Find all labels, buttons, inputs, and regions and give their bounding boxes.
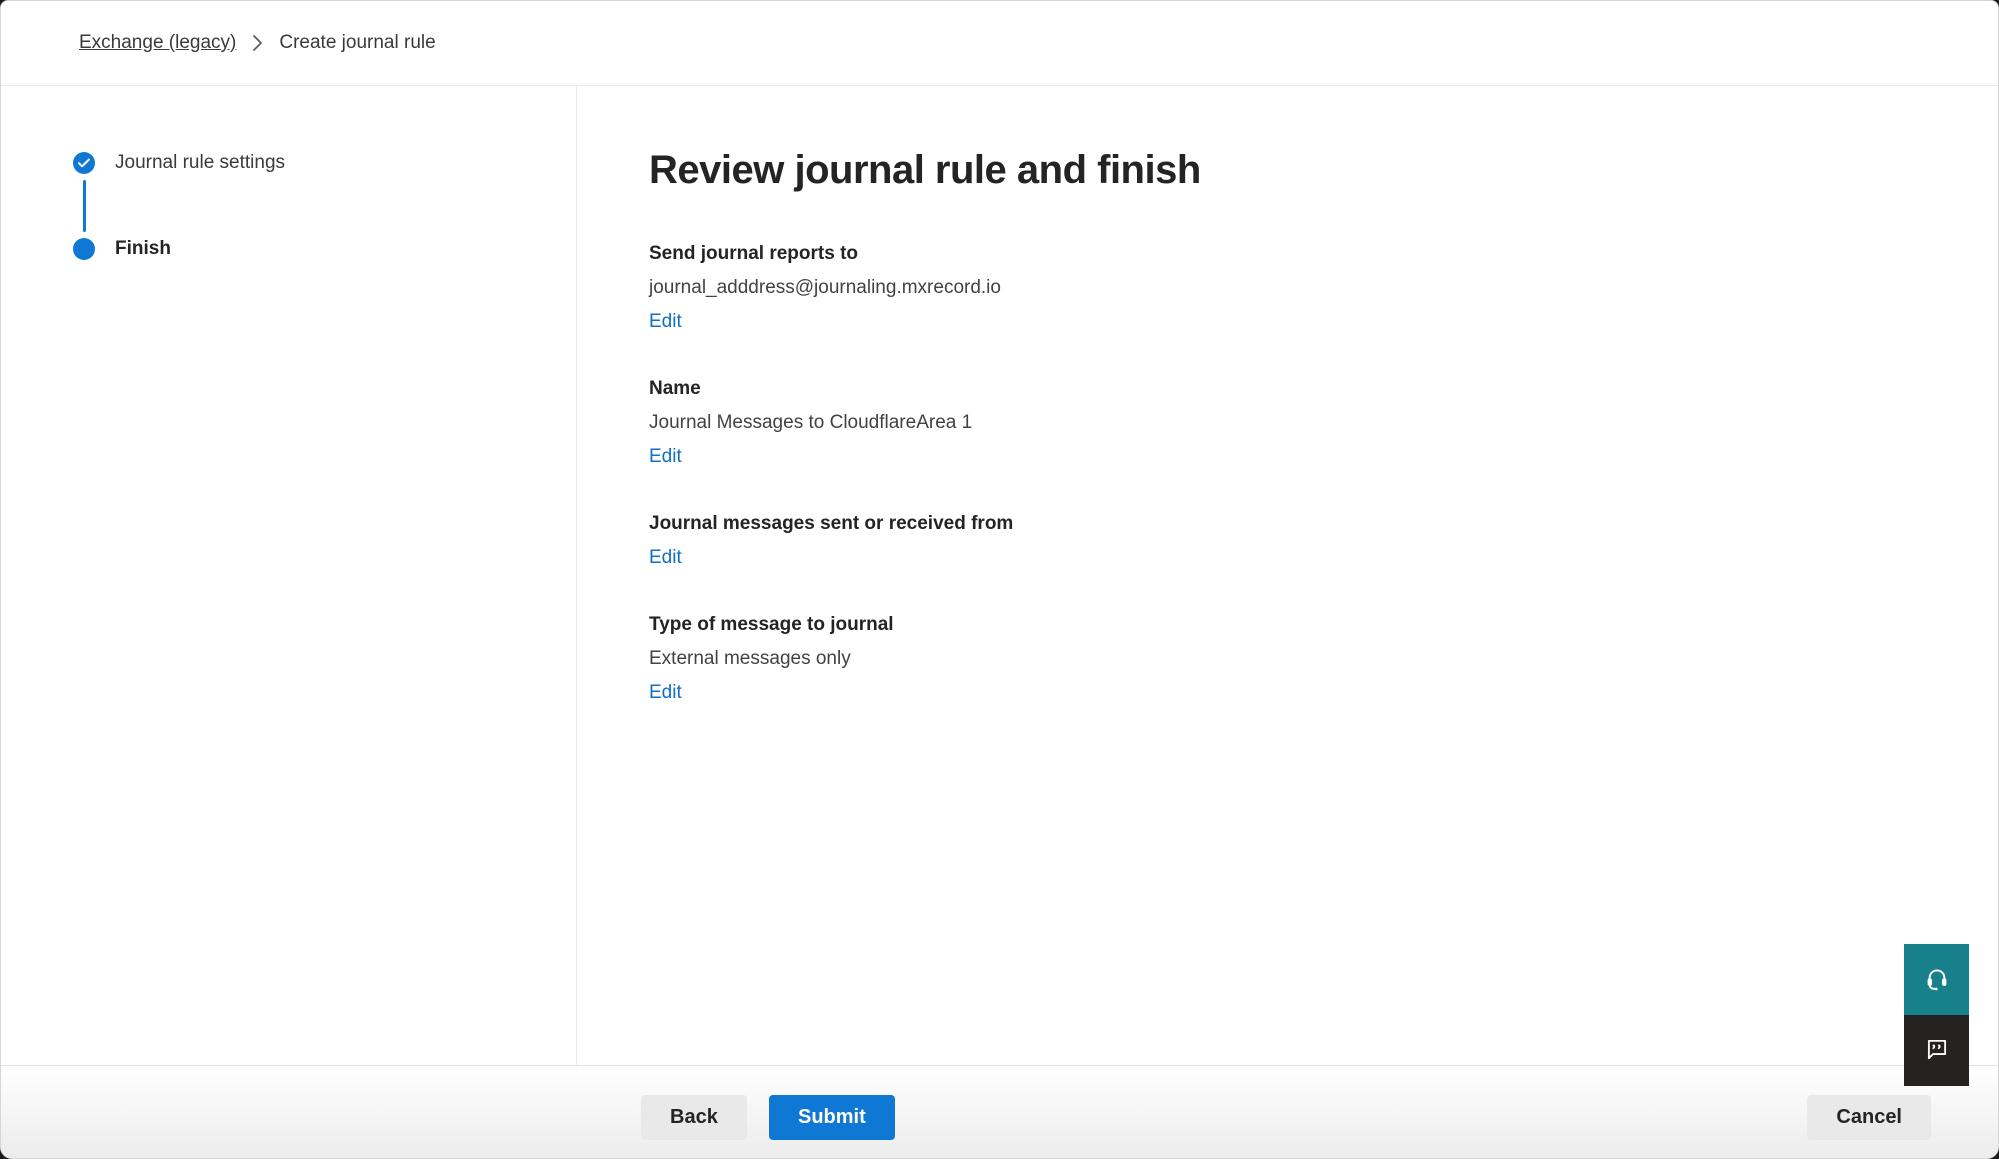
breadcrumb: Exchange (legacy) Create journal rule <box>1 1 1998 86</box>
message-type-value: External messages only <box>649 642 1938 676</box>
rule-name-value: Journal Messages to CloudflareArea 1 <box>649 406 1938 440</box>
step-connector-line <box>83 180 86 232</box>
section-label: Send journal reports to <box>649 237 1938 271</box>
wizard-step-finish[interactable]: Finish <box>73 238 576 260</box>
headset-icon <box>1924 965 1950 994</box>
review-section-name: Name Journal Messages to CloudflareArea … <box>649 372 1938 474</box>
submit-button[interactable]: Submit <box>769 1095 895 1140</box>
edit-name-link[interactable]: Edit <box>649 440 682 474</box>
review-section-message-type: Type of message to journal External mess… <box>649 608 1938 710</box>
review-section-journal-messages-from: Journal messages sent or received from E… <box>649 507 1938 575</box>
breadcrumb-exchange-legacy[interactable]: Exchange (legacy) <box>79 32 236 54</box>
wizard-steps-rail: Journal rule settings Finish <box>1 86 577 1067</box>
floating-button-stack <box>1904 944 1969 1086</box>
wizard-step-label: Journal rule settings <box>115 152 285 174</box>
edit-journal-messages-from-link[interactable]: Edit <box>649 541 682 575</box>
step-current-dot-icon <box>73 238 95 260</box>
edit-send-journal-reports-link[interactable]: Edit <box>649 305 682 339</box>
support-button[interactable] <box>1904 944 1969 1015</box>
feedback-button[interactable] <box>1904 1015 1969 1086</box>
wizard-footer: Back Submit Cancel <box>1 1065 1998 1158</box>
chevron-right-icon <box>252 34 263 52</box>
step-completed-check-icon <box>73 152 95 174</box>
exchange-admin-window: Exchange (legacy) Create journal rule Jo… <box>0 0 1999 1159</box>
cancel-button[interactable]: Cancel <box>1807 1095 1931 1140</box>
section-label: Journal messages sent or received from <box>649 507 1938 541</box>
review-panel: Review journal rule and finish Send jour… <box>577 86 1998 1067</box>
journal-report-address-value: journal_adddress@journaling.mxrecord.io <box>649 271 1938 305</box>
wizard-step-label: Finish <box>115 238 171 260</box>
breadcrumb-create-journal-rule: Create journal rule <box>279 32 435 54</box>
review-section-send-journal-reports-to: Send journal reports to journal_adddress… <box>649 237 1938 339</box>
section-label: Name <box>649 372 1938 406</box>
back-button[interactable]: Back <box>641 1095 747 1140</box>
chat-icon <box>1924 1036 1950 1065</box>
wizard-step-journal-rule-settings[interactable]: Journal rule settings <box>73 152 576 174</box>
page-title: Review journal rule and finish <box>649 148 1938 193</box>
section-label: Type of message to journal <box>649 608 1938 642</box>
edit-message-type-link[interactable]: Edit <box>649 676 682 710</box>
